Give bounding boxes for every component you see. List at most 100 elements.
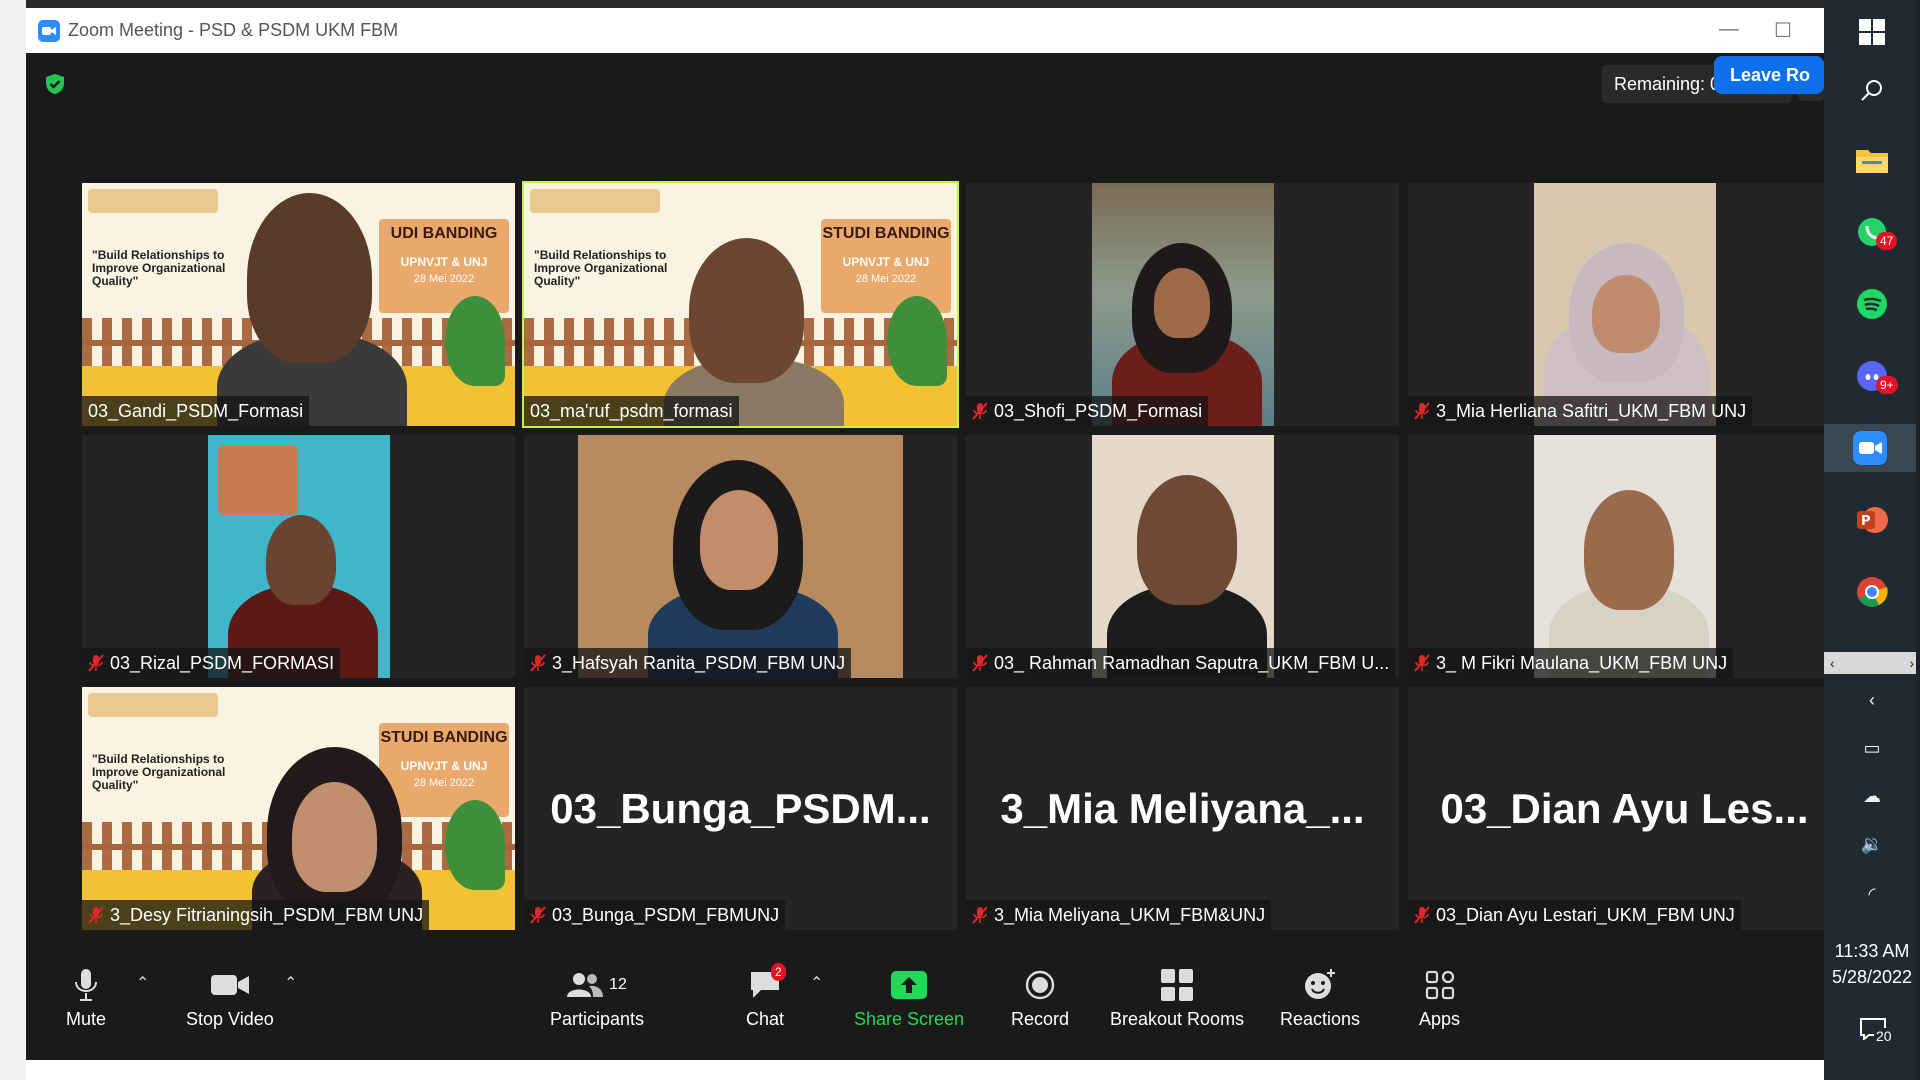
wifi-icon[interactable]: ◜ — [1848, 884, 1896, 905]
logo-strip — [530, 189, 660, 213]
background-window-strip — [0, 0, 1920, 8]
banner-badge: STUDI BANDING UPNVJT & UNJ 28 Mei 2022 — [821, 219, 951, 313]
whatsapp-badge: 47 — [1876, 232, 1898, 250]
scroll-right-icon[interactable]: › — [1909, 655, 1914, 671]
discord-icon[interactable]: 9+ — [1848, 352, 1898, 400]
apps-icon — [1425, 970, 1454, 1000]
video-camera-icon — [210, 975, 249, 995]
file-explorer-icon[interactable] — [1848, 136, 1896, 184]
whatsapp-icon[interactable]: 47 — [1848, 208, 1898, 256]
battery-icon[interactable]: ▭ — [1848, 738, 1896, 759]
record-button[interactable]: Record — [1011, 965, 1069, 1030]
security-shield-icon[interactable] — [44, 73, 66, 95]
participant-name-label: 03_ma'ruf_psdm_formasi — [524, 396, 739, 426]
chat-button[interactable]: 2 Chat — [746, 963, 786, 1030]
zoom-taskbar-icon[interactable] — [1824, 424, 1916, 472]
participant-name-label: 03_ Rahman Ramadhan Saputra_UKM_FBM U... — [966, 648, 1396, 678]
zoom-window: Zoom Meeting - PSD & PSDM UKM FBM — ☐ Re… — [26, 8, 1841, 1060]
participant-name-label: 3_Mia Herliana Safitri_UKM_FBM UNJ — [1408, 396, 1753, 426]
participant-name: 3_Hafsyah Ranita_PSDM_FBM UNJ — [552, 652, 846, 673]
window-title: Zoom Meeting - PSD & PSDM UKM FBM — [68, 20, 399, 40]
person-face — [266, 515, 336, 605]
chrome-icon[interactable] — [1848, 568, 1896, 616]
banner-quote: "Build Relationships to Improve Organiza… — [92, 248, 226, 288]
powerpoint-icon[interactable]: P — [1848, 496, 1896, 544]
leaf-decoration — [445, 800, 505, 890]
participant-tile-bunga[interactable]: 03_Bunga_PSDM... 03_Bunga_PSDM_FBMUNJ — [524, 687, 957, 930]
participants-icon — [567, 973, 604, 997]
participant-tile-dian[interactable]: 03_Dian Ayu Les... 03_Dian Ayu Lestari_U… — [1408, 687, 1841, 930]
zoom-logo-icon — [38, 19, 60, 42]
share-screen-button[interactable]: Share Screen — [854, 965, 964, 1030]
participant-tile-desy[interactable]: "Build Relationships to Improve Organiza… — [82, 687, 515, 930]
participant-name-label: 03_Rizal_PSDM_FORMASI — [82, 648, 341, 678]
banner-date: 28 Mei 2022 — [413, 777, 475, 789]
participant-tile-maruf[interactable]: "Build Relationships to Improve Organiza… — [522, 181, 959, 428]
breakout-rooms-button[interactable]: Breakout Rooms — [1110, 965, 1244, 1030]
banner-quote: "Build Relationships to Improve Organiza… — [92, 752, 226, 792]
svg-text:P: P — [1861, 514, 1871, 529]
participant-tile-hafsyah[interactable]: 3_Hafsyah Ranita_PSDM_FBM UNJ — [524, 435, 957, 678]
participant-name: 03_Rizal_PSDM_FORMASI — [110, 652, 335, 673]
person-face — [689, 238, 804, 383]
video-feed — [1534, 435, 1716, 678]
video-feed — [578, 435, 903, 678]
background-browser — [0, 0, 26, 1080]
participant-name-label: 3_Desy Fitrianingsih_PSDM_FBM UNJ — [82, 900, 430, 930]
participant-tile-fikri[interactable]: 3_ M Fikri Maulana_UKM_FBM UNJ — [1408, 435, 1841, 678]
windows-start-icon[interactable] — [1848, 8, 1896, 56]
logo-strip — [88, 693, 218, 717]
reactions-button[interactable]: Reactions — [1280, 965, 1360, 1030]
minimize-button[interactable]: — — [1714, 18, 1744, 41]
person-face — [1137, 475, 1237, 605]
taskbar-clock[interactable]: 11:33 AM 5/28/2022 — [1824, 938, 1920, 990]
maximize-button[interactable]: ☐ — [1768, 18, 1798, 43]
mute-button[interactable]: Mute — [66, 965, 106, 1030]
leaf-decoration — [445, 296, 505, 386]
spotify-icon[interactable] — [1848, 280, 1896, 328]
participant-name: 03_ma'ruf_psdm_formasi — [530, 400, 733, 421]
windows-taskbar: 47 9+ P ‹ › ‹ ▭ ☁ 🔉 ◜ 11:33 AM 5/28/2022… — [1824, 0, 1920, 1080]
show-hidden-icons-chevron-icon[interactable]: ‹ — [1848, 690, 1896, 711]
video-feed: "Build Relationships to Improve Organiza… — [82, 183, 515, 426]
video-feed — [208, 435, 390, 678]
chat-options-chevron-icon[interactable]: ⌃ — [810, 973, 823, 993]
scroll-left-icon[interactable]: ‹ — [1830, 655, 1835, 671]
logo-strip — [88, 189, 218, 213]
audio-options-chevron-icon[interactable]: ⌃ — [136, 973, 149, 993]
stop-video-label: Stop Video — [186, 1009, 274, 1029]
apps-button[interactable]: Apps — [1419, 965, 1460, 1030]
notifications-button[interactable]: 20 — [1860, 1018, 1894, 1044]
participant-name-label: 3_Hafsyah Ranita_PSDM_FBM UNJ — [524, 648, 852, 678]
video-options-chevron-icon[interactable]: ⌃ — [284, 973, 297, 993]
participant-name-label: 03_Shofi_PSDM_Formasi — [966, 396, 1209, 426]
muted-mic-icon — [972, 402, 988, 420]
banner-subtitle: UPNVJT & UNJ — [400, 255, 488, 269]
banner-badge: UDI BANDING UPNVJT & UNJ 28 Mei 2022 — [379, 219, 509, 313]
record-label: Record — [1011, 1009, 1070, 1029]
share-screen-label: Share Screen — [854, 1009, 965, 1029]
banner-title: UDI BANDING — [390, 225, 498, 242]
participant-tile-gandi[interactable]: "Build Relationships to Improve Organiza… — [82, 183, 515, 426]
banner-badge: STUDI BANDING UPNVJT & UNJ 28 Mei 2022 — [379, 723, 509, 817]
participant-tile-shofi[interactable]: 03_Shofi_PSDM_Formasi — [966, 183, 1399, 426]
banner-subtitle: UPNVJT & UNJ — [842, 255, 930, 269]
discord-badge: 9+ — [1876, 376, 1898, 394]
participant-name: 3_Mia Herliana Safitri_UKM_FBM UNJ — [1436, 400, 1747, 421]
onedrive-cloud-icon[interactable]: ☁ — [1848, 786, 1896, 807]
leave-room-button[interactable]: Leave Ro — [1714, 56, 1824, 94]
participant-tile-rizal[interactable]: 03_Rizal_PSDM_FORMASI — [82, 435, 515, 678]
breakout-rooms-label: Breakout Rooms — [1110, 1009, 1245, 1029]
taskbar-scroll[interactable]: ‹ › — [1824, 652, 1920, 674]
leaf-decoration — [887, 296, 947, 386]
participant-tile-mia-meliyana[interactable]: 3_Mia Meliyana_... 3_Mia Meliyana_UKM_FB… — [966, 687, 1399, 930]
participant-tile-mia-herliana[interactable]: 3_Mia Herliana Safitri_UKM_FBM UNJ — [1408, 183, 1841, 426]
title-bar: Zoom Meeting - PSD & PSDM UKM FBM — ☐ — [26, 8, 1824, 53]
stop-video-button[interactable]: Stop Video — [186, 965, 274, 1030]
search-icon[interactable] — [1848, 66, 1896, 114]
participants-button[interactable]: 12 Participants — [550, 965, 644, 1030]
breakout-rooms-icon — [1161, 969, 1194, 1001]
participant-tile-rahman[interactable]: 03_ Rahman Ramadhan Saputra_UKM_FBM U... — [966, 435, 1399, 678]
participant-display-name: 03_Bunga_PSDM... — [550, 785, 931, 832]
volume-icon[interactable]: 🔉 — [1848, 834, 1896, 855]
